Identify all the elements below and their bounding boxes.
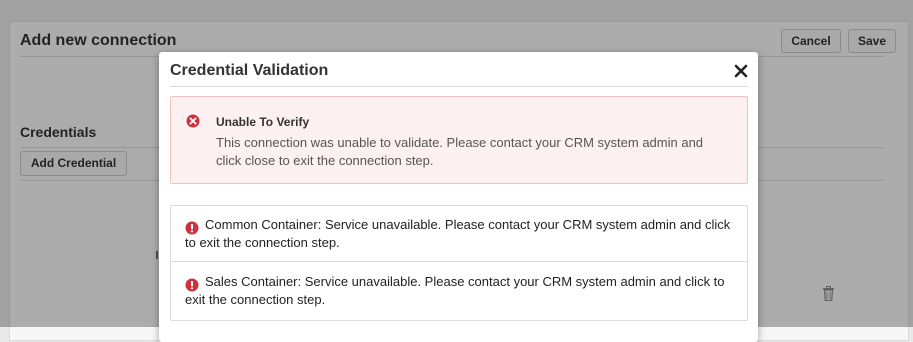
- error-alert: Unable To Verify This connection was una…: [170, 96, 748, 184]
- error-list: Common Container: Service unavailable. P…: [170, 205, 748, 321]
- error-message: Sales Container: Service unavailable. Pl…: [185, 274, 725, 307]
- dialog-title: Credential Validation: [170, 62, 329, 79]
- credential-validation-dialog: Credential Validation Unable To Verify T…: [159, 52, 758, 342]
- list-item: Sales Container: Service unavailable. Pl…: [171, 263, 747, 320]
- close-icon[interactable]: [733, 63, 749, 79]
- alert-title: Unable To Verify: [216, 115, 310, 129]
- error-message: Common Container: Service unavailable. P…: [185, 217, 731, 250]
- alert-message: This connection was unable to validate. …: [216, 135, 704, 168]
- list-item: Common Container: Service unavailable. P…: [171, 206, 747, 262]
- dialog-divider: [170, 86, 748, 87]
- error-circle-icon: [186, 114, 200, 128]
